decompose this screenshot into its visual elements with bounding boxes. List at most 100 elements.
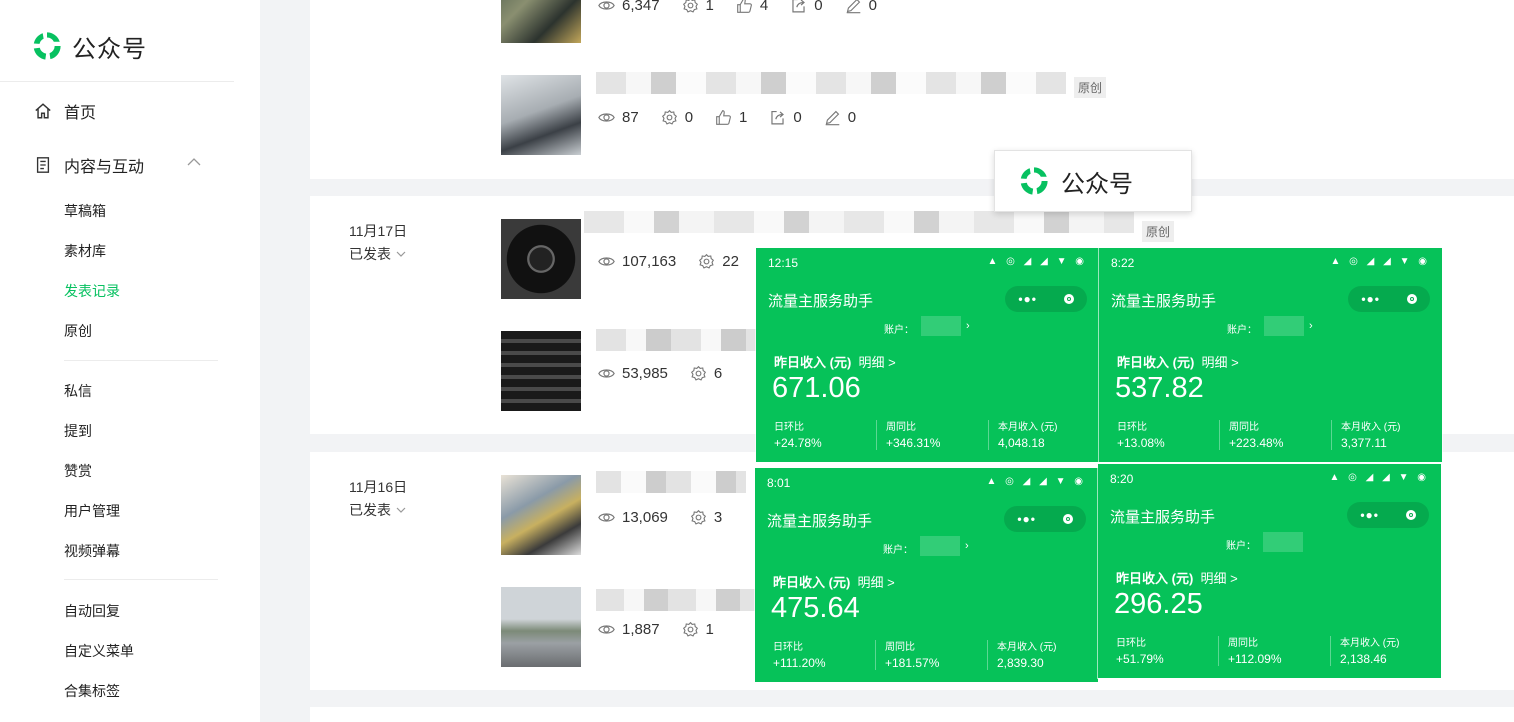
miniapp-capsule[interactable]: •●• (1004, 506, 1086, 532)
gear-icon (690, 509, 707, 526)
panel-title: 流量主服务助手 (1110, 509, 1216, 526)
stat-shares: 22 (698, 253, 739, 270)
article-stats: 87 0 1 0 0 (598, 109, 878, 126)
article-thumbnail[interactable] (501, 475, 581, 555)
chevron-right-icon[interactable]: › (1309, 320, 1313, 332)
month-income-value: 2,138.46 (1340, 652, 1387, 666)
blurred-account (920, 536, 960, 556)
miniapp-capsule[interactable]: •●• (1347, 502, 1429, 528)
more-icon[interactable]: •●• (1361, 292, 1380, 306)
sidebar-item-original[interactable]: 原创 (64, 321, 92, 341)
chevron-right-icon[interactable]: › (965, 540, 969, 552)
account-label: 账户： (1227, 325, 1257, 336)
close-target-icon[interactable] (1405, 510, 1416, 520)
thumbs-up-icon (736, 0, 753, 14)
stat-views: 13,069 (598, 509, 668, 526)
sidebar-item-custom-menu[interactable]: 自定义菜单 (64, 641, 134, 661)
sidebar-item-video-danmaku[interactable]: 视频弹幕 (64, 541, 120, 561)
stat-edits: 0 (824, 109, 856, 126)
day-ratio-label: 日环比 (1117, 422, 1147, 433)
sidebar: 公众号 首页 内容与互动 草稿箱 素材库 发表记录 原创 私信 提到 赞赏 用户… (0, 0, 260, 722)
status-bar-icons: ▲ ◎ ◢ ◢ ▼ ◉ (1330, 256, 1430, 267)
blurred-title (596, 471, 746, 493)
eye-icon (598, 109, 615, 126)
sidebar-item-drafts[interactable]: 草稿箱 (64, 201, 106, 221)
home-icon (35, 103, 51, 119)
thumbs-up-icon (715, 109, 732, 126)
yesterday-income-label[interactable]: 昨日收入 (元) 明细 > (773, 572, 895, 591)
stat-shares: 1 (682, 0, 714, 14)
overlay-logo: 公众号 (994, 150, 1192, 212)
publish-status-label: 已发表 (349, 502, 391, 518)
sidebar-item-auto-reply[interactable]: 自动回复 (64, 601, 120, 621)
divider (875, 640, 876, 670)
week-ratio-label: 周同比 (1228, 638, 1258, 649)
panel-title: 流量主服务助手 (1111, 293, 1217, 310)
eye-icon (598, 0, 615, 14)
miniapp-capsule[interactable]: •●• (1005, 286, 1087, 312)
close-target-icon[interactable] (1063, 294, 1074, 304)
article-thumbnail[interactable] (501, 219, 581, 299)
chevron-right-icon[interactable]: › (966, 320, 970, 332)
status-bar-time: 8:22 (1111, 256, 1135, 270)
more-icon[interactable]: •●• (1018, 292, 1037, 306)
divider (64, 579, 218, 580)
stat-views: 6,347 (598, 0, 660, 14)
month-income-label: 本月收入 (元) (1340, 638, 1400, 649)
yesterday-income-label[interactable]: 昨日收入 (元) 明细 > (1116, 568, 1238, 587)
week-ratio-label: 周同比 (885, 642, 915, 653)
more-icon[interactable]: •●• (1360, 508, 1379, 522)
month-income-value: 3,377.11 (1341, 436, 1387, 450)
month-income-value: 2,839.30 (997, 656, 1044, 670)
divider (1218, 636, 1219, 666)
divider (987, 640, 988, 670)
brand-logo[interactable]: 公众号 (30, 28, 147, 64)
eye-icon (598, 365, 615, 382)
article-stats: 6,347 1 4 0 0 (598, 0, 899, 14)
yesterday-income-value: 296.25 (1114, 588, 1203, 620)
wechat-official-logo-icon (1017, 164, 1051, 198)
yesterday-income-label[interactable]: 昨日收入 (元) 明细 > (1117, 352, 1239, 371)
brand-name: 公众号 (72, 35, 147, 63)
status-bar-icons: ▲ ◎ ◢ ◢ ▼ ◉ (986, 476, 1086, 487)
earnings-panel: 12:15 ▲ ◎ ◢ ◢ ▼ ◉ 流量主服务助手 •●• 账户： › 昨日收入… (756, 248, 1099, 462)
document-icon (36, 157, 50, 173)
pen-icon (845, 0, 862, 14)
article-thumbnail[interactable] (501, 0, 581, 43)
week-ratio-label: 周同比 (1229, 422, 1259, 433)
status-bar-time: 8:20 (1110, 472, 1134, 486)
sidebar-item-publish-records[interactable]: 发表记录 (64, 281, 120, 301)
earnings-panel: 8:22 ▲ ◎ ◢ ◢ ▼ ◉ 流量主服务助手 •●• 账户： › 昨日收入 … (1099, 248, 1442, 462)
chevron-up-icon[interactable] (186, 154, 202, 170)
close-target-icon[interactable] (1062, 514, 1073, 524)
nav-content-group[interactable]: 内容与互动 (34, 153, 144, 177)
stat-forwards: 0 (769, 109, 802, 126)
sidebar-item-rewards[interactable]: 赞赏 (64, 461, 92, 481)
sidebar-item-mentions[interactable]: 提到 (64, 421, 92, 441)
share-icon (790, 0, 807, 14)
wechat-official-logo-icon (30, 29, 64, 63)
sidebar-item-users[interactable]: 用户管理 (64, 501, 120, 521)
stat-views: 53,985 (598, 365, 668, 382)
more-icon[interactable]: •●• (1017, 512, 1036, 526)
account-label: 账户： (1226, 541, 1256, 552)
article-thumbnail[interactable] (501, 331, 581, 411)
day-ratio-value: +13.08% (1117, 436, 1165, 450)
yesterday-income-label[interactable]: 昨日收入 (元) 明细 > (774, 352, 896, 371)
miniapp-capsule[interactable]: •●• (1348, 286, 1430, 312)
share-icon (769, 109, 786, 126)
close-target-icon[interactable] (1406, 294, 1417, 304)
sidebar-item-materials[interactable]: 素材库 (64, 241, 106, 261)
publish-status-dropdown[interactable]: 已发表 (349, 244, 407, 264)
publish-date: 11月17日 (349, 223, 408, 239)
publish-status-dropdown[interactable]: 已发表 (349, 500, 407, 520)
sidebar-item-collection-tags[interactable]: 合集标签 (64, 681, 120, 701)
divider (0, 81, 234, 82)
article-thumbnail[interactable] (501, 75, 581, 155)
article-stats: 1,887 1 (598, 621, 736, 638)
nav-home[interactable]: 首页 (34, 99, 96, 123)
article-thumbnail[interactable] (501, 587, 581, 667)
sidebar-item-messages[interactable]: 私信 (64, 381, 92, 401)
original-tag: 原创 (1074, 77, 1107, 98)
day-ratio-value: +24.78% (774, 436, 822, 450)
